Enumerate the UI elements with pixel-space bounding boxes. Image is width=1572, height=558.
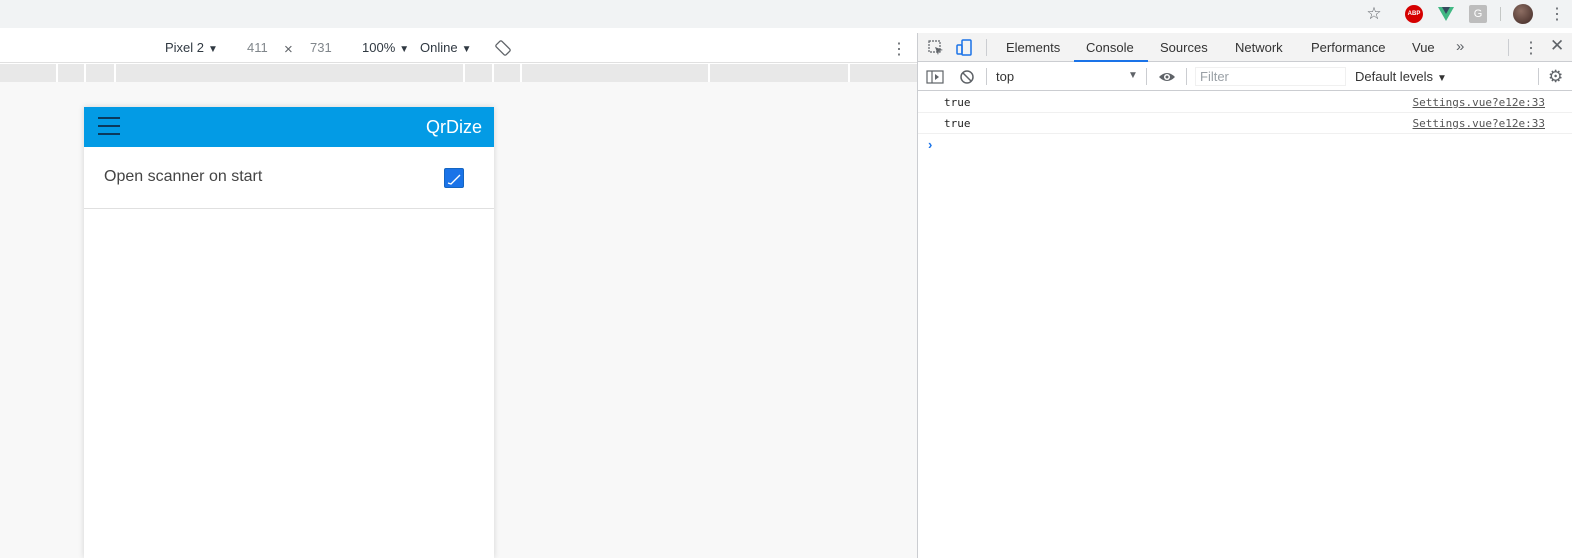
bookmark-star-icon[interactable]: ☆ [1365,5,1383,23]
console-message: true Settings.vue?e12e:33 [918,92,1572,113]
device-toggle-icon[interactable] [955,39,973,57]
hamburger-line [98,125,120,127]
caret-down-icon: ▼ [399,44,410,55]
console-source-link[interactable]: Settings.vue?e12e:33 [1413,117,1545,130]
device-select[interactable]: Pixel 2 ▼ [165,40,218,55]
caret-down-icon: ▼ [208,44,218,55]
browser-toolbar: ☆ ABP G ⋮ [0,0,1572,28]
tab-separator [1508,39,1509,56]
viewport-width-input[interactable]: 411 [247,40,268,55]
toolbar-separator [1500,7,1501,21]
ruler-tick [848,64,850,82]
network-throttle-select[interactable]: Online ▼ [420,40,471,55]
rotate-icon[interactable] [494,39,512,57]
viewport-height-input[interactable]: 731 [310,40,332,55]
open-scanner-checkbox[interactable] [444,168,464,188]
toolbar-separator [986,68,987,85]
ruler-tick [520,64,522,82]
hamburger-line [98,117,120,119]
console-sidebar-icon[interactable] [926,68,944,86]
toolbar-separator [1186,68,1187,85]
tab-vue[interactable]: Vue [1412,40,1435,55]
caret-down-icon[interactable]: ▼ [1128,70,1138,81]
app-header: QrDize [84,107,494,147]
hamburger-line [98,133,120,135]
devtools-menu-icon[interactable]: ⋮ [1523,38,1539,58]
ruler-tick [492,64,494,82]
console-settings-gear-icon[interactable]: ⚙ [1548,67,1563,87]
ruler-tick [84,64,86,82]
device-toolbar-menu-icon[interactable]: ⋮ [891,39,907,59]
setting-label: Open scanner on start [104,168,263,185]
live-expression-eye-icon[interactable] [1158,68,1176,86]
console-message-text: true [944,117,971,130]
more-tabs-icon[interactable]: » [1456,38,1464,55]
toolbar-separator [1146,68,1147,85]
adblock-plus-icon[interactable]: ABP [1405,5,1423,23]
clear-console-icon[interactable] [958,68,976,86]
ruler-tick [708,64,710,82]
console-message: true Settings.vue?e12e:33 [918,113,1572,134]
console-prompt-icon[interactable]: › [928,137,932,152]
app-title: QrDize [425,117,482,137]
browser-menu-icon[interactable]: ⋮ [1548,5,1566,23]
close-devtools-icon[interactable]: ✕ [1550,36,1564,56]
checkmark-icon [447,174,461,185]
console-message-text: true [944,96,971,109]
ruler-tick [114,64,116,82]
swap-dimensions-icon[interactable]: × [284,41,293,58]
ruler-tick [56,64,58,82]
profile-avatar[interactable] [1513,4,1533,24]
media-query-ruler [0,64,917,82]
tab-console[interactable]: Console [1086,40,1134,55]
device-toolbar: Pixel 2 ▼ 411 × 731 100% ▼ Online ▼ ⋮ [0,33,917,63]
zoom-select[interactable]: 100% ▼ [362,40,409,55]
caret-down-icon: ▼ [461,44,472,55]
caret-down-icon: ▼ [1437,73,1447,84]
context-select[interactable]: top [996,69,1014,84]
toolbar-separator [1538,68,1539,85]
tab-separator [986,39,987,56]
tab-sources[interactable]: Sources [1160,40,1208,55]
console-toolbar: top ▼ Default levels▼ ⚙ [918,62,1572,91]
vue-devtools-icon[interactable] [1437,5,1455,23]
log-levels-select[interactable]: Default levels ▼ [1355,69,1447,84]
grammarly-extension-icon[interactable]: G [1469,5,1487,23]
setting-open-scanner-row[interactable]: Open scanner on start [84,147,494,209]
tab-network[interactable]: Network [1235,40,1283,55]
devtools-tab-bar: Elements Console Sources Network Perform… [918,33,1572,62]
console-filter-input[interactable] [1195,67,1346,86]
inspect-element-icon[interactable] [927,39,945,57]
hamburger-menu-icon[interactable] [98,117,120,137]
devtools-panel: Elements Console Sources Network Perform… [918,33,1572,558]
ruler-tick [463,64,465,82]
console-source-link[interactable]: Settings.vue?e12e:33 [1413,96,1545,109]
device-frame: QrDize Open scanner on start [84,107,494,558]
tab-performance[interactable]: Performance [1311,40,1385,55]
tab-elements[interactable]: Elements [1006,40,1060,55]
